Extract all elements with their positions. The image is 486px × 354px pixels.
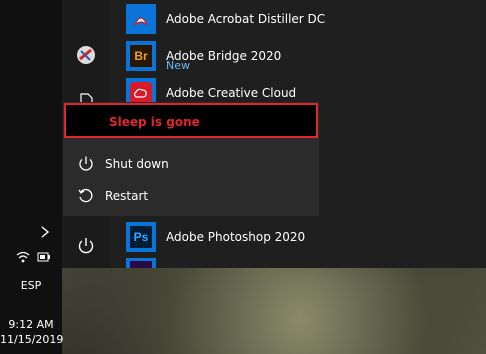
- new-badge: New: [166, 59, 190, 72]
- app-list-item[interactable]: Ps Adobe Photoshop 2020: [126, 222, 466, 252]
- bridge-icon: Br: [126, 41, 156, 71]
- chevron-up-icon[interactable]: [38, 225, 52, 239]
- user-avatar-icon[interactable]: [76, 45, 96, 65]
- battery-icon[interactable]: [37, 251, 51, 263]
- restart-menu-item[interactable]: Restart: [63, 180, 319, 212]
- app-name: Adobe Creative Cloud: [166, 86, 297, 100]
- photoshop-icon: Ps: [126, 222, 156, 252]
- language-indicator[interactable]: ESP: [0, 279, 62, 292]
- restart-label: Restart: [105, 189, 149, 203]
- sleep-callout: Sleep is gone: [64, 103, 318, 138]
- acrobat-icon: [126, 4, 156, 34]
- restart-icon: [78, 188, 93, 203]
- app-name: Adobe Photoshop 2020: [166, 230, 306, 244]
- app-list-item[interactable]: Adobe Acrobat Distiller DC: [126, 4, 466, 34]
- shutdown-label: Shut down: [105, 157, 169, 171]
- photoshop-tile-text: Ps: [130, 226, 152, 248]
- wifi-icon[interactable]: [16, 250, 30, 264]
- shutdown-menu-item[interactable]: Shut down: [63, 148, 319, 180]
- power-icon: [79, 156, 93, 171]
- clock-time[interactable]: 9:12 AM: [0, 318, 62, 331]
- clock-date[interactable]: 11/15/2019: [0, 333, 63, 346]
- taskbar: ESP 9:12 AM 11/15/2019: [0, 0, 63, 354]
- bridge-tile-text: Br: [130, 45, 152, 67]
- power-icon[interactable]: [76, 236, 96, 256]
- app-name: Adobe Acrobat Distiller DC: [166, 12, 326, 26]
- sleep-callout-text: Sleep is gone: [109, 115, 200, 129]
- app-list-item-partial: [126, 258, 156, 268]
